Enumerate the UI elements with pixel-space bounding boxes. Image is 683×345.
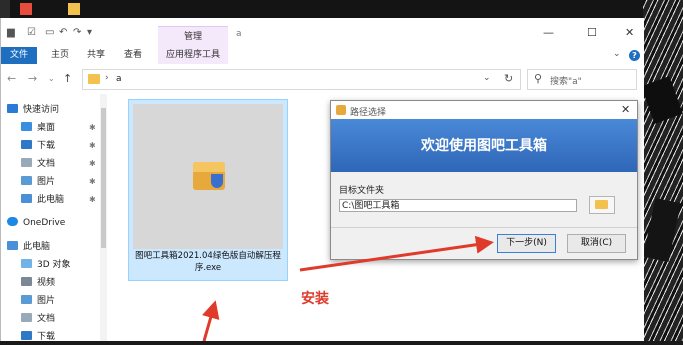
arrow-to-next-button <box>299 235 494 272</box>
annotation-arrows <box>202 235 494 341</box>
install-annotation: 安装 <box>301 291 329 307</box>
arrow-to-file <box>202 300 220 341</box>
